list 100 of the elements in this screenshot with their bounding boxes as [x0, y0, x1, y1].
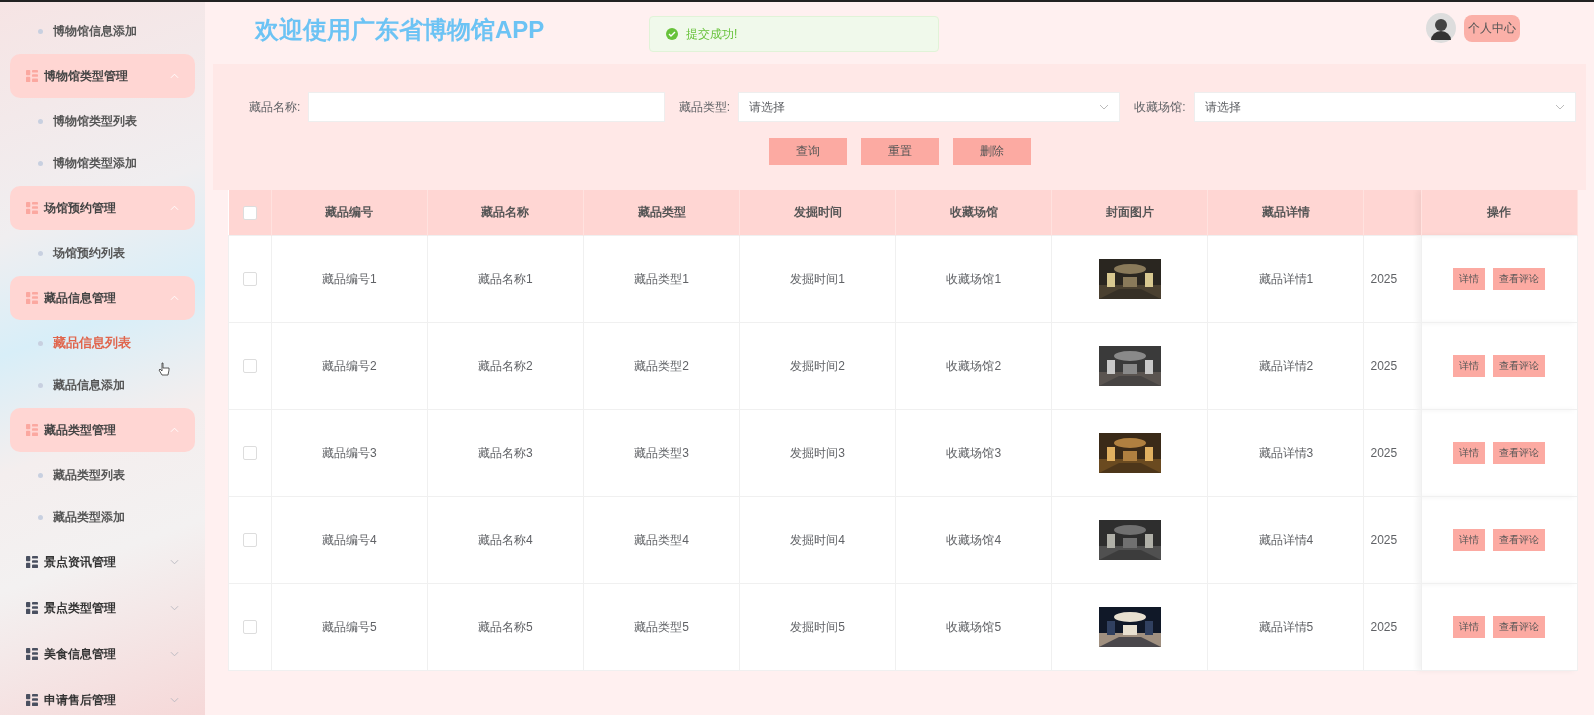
sidebar-item[interactable]: 藏品类型添加	[10, 496, 195, 538]
grid-icon	[26, 292, 38, 304]
checkbox[interactable]	[242, 446, 257, 461]
row-action-button[interactable]: 查看评论	[1493, 616, 1546, 638]
sidebar-group[interactable]: 申请售后管理	[10, 678, 195, 715]
avatar-icon[interactable]	[1426, 13, 1456, 43]
table-cell: 2025	[1363, 583, 1422, 671]
table-cell: 2025	[1363, 409, 1422, 497]
sidebar-item[interactable]: 藏品信息添加	[10, 364, 195, 406]
column-header: 操作	[1421, 190, 1578, 236]
sidebar-group[interactable]: 景点资讯管理	[10, 540, 195, 584]
chevron-icon	[170, 605, 179, 611]
table-cell: 2025	[1363, 235, 1422, 323]
column-header: 藏品类型	[583, 190, 740, 236]
select-field[interactable]: 请选择	[1193, 92, 1576, 122]
grid-icon	[26, 424, 38, 436]
table-cell: 收藏场馆1	[895, 235, 1052, 323]
row-action-button[interactable]: 详情	[1453, 355, 1486, 377]
table-cell: 藏品详情4	[1207, 496, 1364, 584]
table-cell: 藏品类型5	[583, 583, 740, 671]
search-form-button[interactable]: 重置	[860, 138, 939, 165]
sidebar-group[interactable]: 博物馆类型管理	[10, 54, 195, 98]
row-action-button[interactable]: 详情	[1453, 442, 1486, 464]
sidebar-group[interactable]: 景点类型管理	[10, 586, 195, 630]
chevron-icon	[170, 427, 179, 433]
table-cell: 发掘时间5	[739, 583, 896, 671]
sidebar-group[interactable]: 藏品信息管理	[10, 276, 195, 320]
checkbox[interactable]	[242, 620, 257, 635]
sidebar-item[interactable]: 场馆预约列表	[10, 232, 195, 274]
table-cell: 藏品编号2	[271, 322, 428, 410]
table-cell: 2025	[1363, 496, 1422, 584]
row-action-button[interactable]: 查看评论	[1493, 268, 1546, 290]
row-action-button[interactable]: 查看评论	[1493, 529, 1546, 551]
column-header: 藏品编号	[271, 190, 428, 236]
grid-icon	[26, 70, 38, 82]
chevron-icon	[170, 697, 179, 703]
grid-icon	[26, 648, 38, 660]
sidebar-item[interactable]: 博物馆信息添加	[10, 10, 195, 52]
sidebar-item[interactable]: 博物馆类型添加	[10, 142, 195, 184]
table-cell: 发掘时间2	[739, 322, 896, 410]
chevron-icon	[170, 205, 179, 211]
checkbox[interactable]	[242, 205, 257, 220]
search-form-button[interactable]: 删除	[952, 138, 1031, 165]
row-action-button[interactable]: 查看评论	[1493, 355, 1546, 377]
checkbox[interactable]	[242, 359, 257, 374]
input-field[interactable]	[308, 92, 665, 122]
chevron-icon	[170, 295, 179, 301]
grid-icon	[26, 202, 38, 214]
grid-icon	[26, 556, 38, 568]
grid-icon	[26, 694, 38, 706]
app-title: 欢迎使用广东省博物馆APP	[255, 15, 545, 45]
row-action-button[interactable]: 详情	[1453, 529, 1486, 551]
chevron-icon	[170, 651, 179, 657]
table-cell: 藏品编号3	[271, 409, 428, 497]
table-cell: 藏品详情1	[1207, 235, 1364, 323]
column-header: 藏品详情	[1207, 190, 1364, 236]
field-label: 藏品名称:	[248, 98, 301, 116]
sidebar-item[interactable]: 藏品类型列表	[10, 454, 195, 496]
table-cell: 藏品类型2	[583, 322, 740, 410]
grid-icon	[26, 602, 38, 614]
search-form-button[interactable]: 查询	[768, 138, 847, 165]
field-label: 收藏场馆:	[1134, 98, 1186, 116]
toast-message: 提交成功!	[686, 25, 738, 43]
table-cell: 藏品名称2	[427, 322, 584, 410]
checkbox[interactable]	[242, 272, 257, 287]
table-cell: 藏品编号1	[271, 235, 428, 323]
row-action-button[interactable]: 详情	[1453, 268, 1486, 290]
table-cell: 藏品详情3	[1207, 409, 1364, 497]
table-cell: 2025	[1363, 322, 1422, 410]
table-cell: 藏品名称5	[427, 583, 584, 671]
table-cell: 藏品类型4	[583, 496, 740, 584]
column-header: 收藏场馆	[895, 190, 1052, 236]
sidebar-group[interactable]: 藏品类型管理	[10, 408, 195, 452]
sidebar-group[interactable]: 场馆预约管理	[10, 186, 195, 230]
hand-cursor-icon	[158, 362, 170, 378]
row-action-button[interactable]: 详情	[1453, 616, 1486, 638]
row-action-button[interactable]: 查看评论	[1493, 442, 1546, 464]
table-cell: 发掘时间1	[739, 235, 896, 323]
checkbox[interactable]	[242, 533, 257, 548]
profile-button[interactable]: 个人中心	[1464, 14, 1520, 42]
column-header: 藏品名称	[427, 190, 584, 236]
chevron-icon	[170, 73, 179, 79]
column-header: 发掘时间	[739, 190, 896, 236]
table-cell: 藏品详情2	[1207, 322, 1364, 410]
table-cell: 收藏场馆4	[895, 496, 1052, 584]
sidebar-item[interactable]: 博物馆类型列表	[10, 100, 195, 142]
success-icon	[666, 28, 678, 40]
table-cell: 收藏场馆3	[895, 409, 1052, 497]
chevron-icon	[170, 559, 179, 565]
table-cell: 藏品类型3	[583, 409, 740, 497]
table-cell: 收藏场馆5	[895, 583, 1052, 671]
select-field[interactable]: 请选择	[738, 92, 1121, 122]
table-cell: 收藏场馆2	[895, 322, 1052, 410]
table-cell: 藏品详情5	[1207, 583, 1364, 671]
table-cell: 藏品类型1	[583, 235, 740, 323]
table-cell: 藏品名称3	[427, 409, 584, 497]
field-label: 藏品类型:	[678, 98, 730, 116]
table-cell: 藏品名称4	[427, 496, 584, 584]
table-cell: 发掘时间4	[739, 496, 896, 584]
sidebar-group[interactable]: 美食信息管理	[10, 632, 195, 676]
